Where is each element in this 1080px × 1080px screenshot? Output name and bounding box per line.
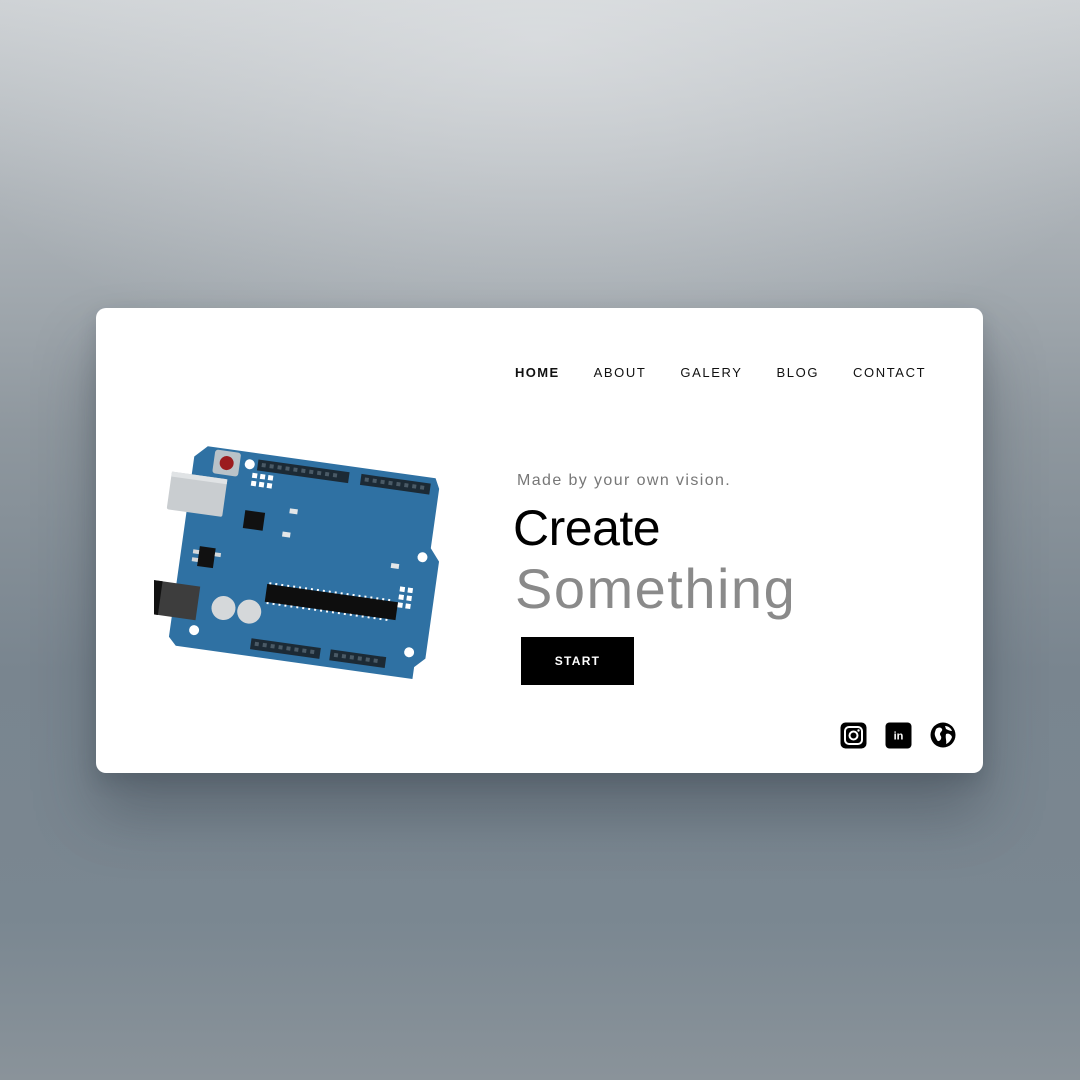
social-links: in [839, 721, 957, 749]
hero-title-line1: Create [513, 500, 661, 556]
instagram-icon[interactable] [839, 721, 867, 749]
hero-tagline: Made by your own vision. [517, 472, 732, 489]
linkedin-icon[interactable]: in [884, 721, 912, 749]
nav-item-contact[interactable]: CONTACT [853, 365, 926, 380]
globe-icon[interactable] [929, 721, 957, 749]
svg-text:in: in [893, 730, 903, 742]
top-nav: HOME ABOUT GALERY BLOG CONTACT [515, 365, 926, 380]
hero-title-line2: Something [515, 557, 797, 620]
arduino-board-illustration [154, 446, 440, 680]
hero-card: HOME ABOUT GALERY BLOG CONTACT Made by y… [96, 308, 983, 773]
nav-item-galery[interactable]: GALERY [680, 365, 742, 380]
nav-item-blog[interactable]: BLOG [777, 365, 820, 380]
nav-item-home[interactable]: HOME [515, 365, 560, 380]
start-button[interactable]: START [521, 637, 634, 685]
nav-item-about[interactable]: ABOUT [594, 365, 647, 380]
